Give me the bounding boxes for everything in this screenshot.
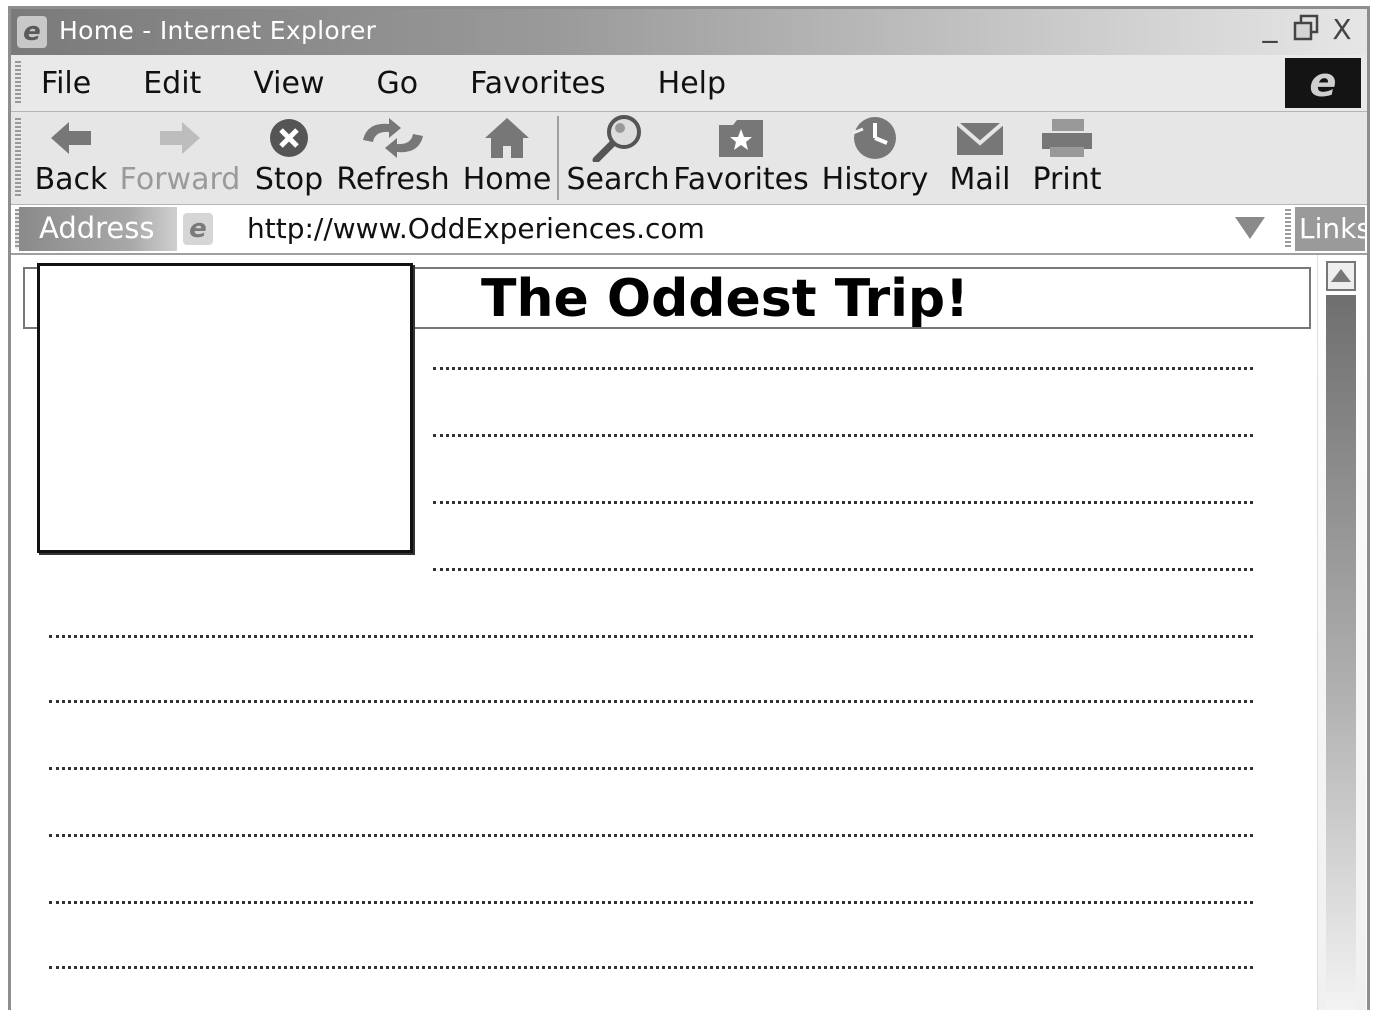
mail-label: Mail (949, 162, 1011, 197)
search-icon (590, 112, 646, 164)
menu-favorites[interactable]: Favorites (470, 66, 606, 101)
stop-button[interactable]: Stop (254, 112, 324, 204)
refresh-button[interactable]: Refresh (336, 112, 450, 204)
ie-app-icon: e (17, 16, 47, 48)
window-controls: _ X (1255, 12, 1357, 47)
print-button[interactable]: Print (1031, 112, 1103, 204)
forward-button[interactable]: Forward (120, 112, 240, 204)
back-label: Back (34, 162, 108, 197)
back-button[interactable]: Back (35, 112, 107, 204)
photo-placeholder (37, 263, 413, 553)
mail-icon (955, 112, 1005, 164)
address-dropdown-arrow-icon[interactable] (1235, 217, 1265, 239)
title-bar: e Home - Internet Explorer _ X (11, 9, 1367, 55)
history-icon (849, 112, 901, 164)
favorites-icon (717, 112, 765, 164)
menu-view[interactable]: View (253, 66, 324, 101)
menu-bar: File Edit View Go Favorites Help e (11, 55, 1367, 113)
vertical-scrollbar[interactable] (1317, 255, 1366, 1010)
address-label-box: Address (19, 207, 177, 251)
history-label: History (821, 162, 929, 197)
standard-toolbar: Back Forward Stop Refresh Home Search Fa… (11, 112, 1367, 206)
favorites-label: Favorites (673, 162, 809, 197)
search-label: Search (566, 162, 670, 197)
page-ie-icon: e (183, 213, 213, 245)
writing-line (49, 635, 1253, 638)
address-bar: Address e http://www.OddExperiences.com … (11, 205, 1367, 255)
url-input[interactable]: http://www.OddExperiences.com (247, 212, 705, 245)
restore-button[interactable] (1291, 13, 1321, 47)
close-button[interactable]: X (1327, 13, 1357, 47)
links-button[interactable]: Links (1295, 207, 1367, 251)
writing-line (49, 834, 1253, 837)
menu-file[interactable]: File (41, 66, 91, 101)
window-title: Home - Internet Explorer (59, 16, 377, 45)
toolbar-separator (557, 116, 559, 200)
history-button[interactable]: History (822, 112, 928, 204)
home-icon (483, 112, 531, 164)
menu-edit[interactable]: Edit (143, 66, 201, 101)
refresh-icon (357, 112, 429, 164)
page-content: The Oddest Trip! (11, 255, 1367, 1010)
stop-label: Stop (254, 162, 324, 197)
favorites-button[interactable]: Favorites (673, 112, 809, 204)
refresh-label: Refresh (336, 162, 450, 197)
scroll-thumb[interactable] (1326, 295, 1356, 1010)
writing-line (49, 901, 1253, 904)
forward-arrow-icon (158, 112, 202, 164)
links-grip[interactable] (1285, 209, 1291, 249)
links-label: Links (1299, 212, 1370, 245)
scroll-up-arrow-icon[interactable] (1326, 261, 1356, 291)
menu-grip[interactable] (15, 61, 21, 105)
writing-line (49, 966, 1253, 969)
browser-window: e Home - Internet Explorer _ X File Edit… (8, 6, 1370, 1010)
stop-icon (268, 112, 310, 164)
menu-help[interactable]: Help (658, 66, 726, 101)
toolbar-grip[interactable] (15, 118, 21, 198)
home-button[interactable]: Home (463, 112, 551, 204)
print-label: Print (1032, 162, 1102, 197)
writing-line (433, 568, 1253, 571)
back-arrow-icon (49, 112, 93, 164)
ie-throbber-logo: e (1285, 58, 1361, 108)
address-label: Address (39, 211, 155, 245)
writing-line (433, 501, 1253, 504)
home-label: Home (462, 162, 552, 197)
mail-button[interactable]: Mail (947, 112, 1013, 204)
page-title: The Oddest Trip! (481, 269, 969, 329)
minimize-button[interactable]: _ (1255, 12, 1285, 47)
forward-label: Forward (119, 162, 241, 197)
search-button[interactable]: Search (566, 112, 670, 204)
restore-icon (1293, 14, 1319, 41)
writing-line (49, 700, 1253, 703)
writing-line (49, 767, 1253, 770)
writing-line (433, 434, 1253, 437)
writing-line (433, 367, 1253, 370)
print-icon (1040, 112, 1094, 164)
menu-go[interactable]: Go (377, 66, 419, 101)
